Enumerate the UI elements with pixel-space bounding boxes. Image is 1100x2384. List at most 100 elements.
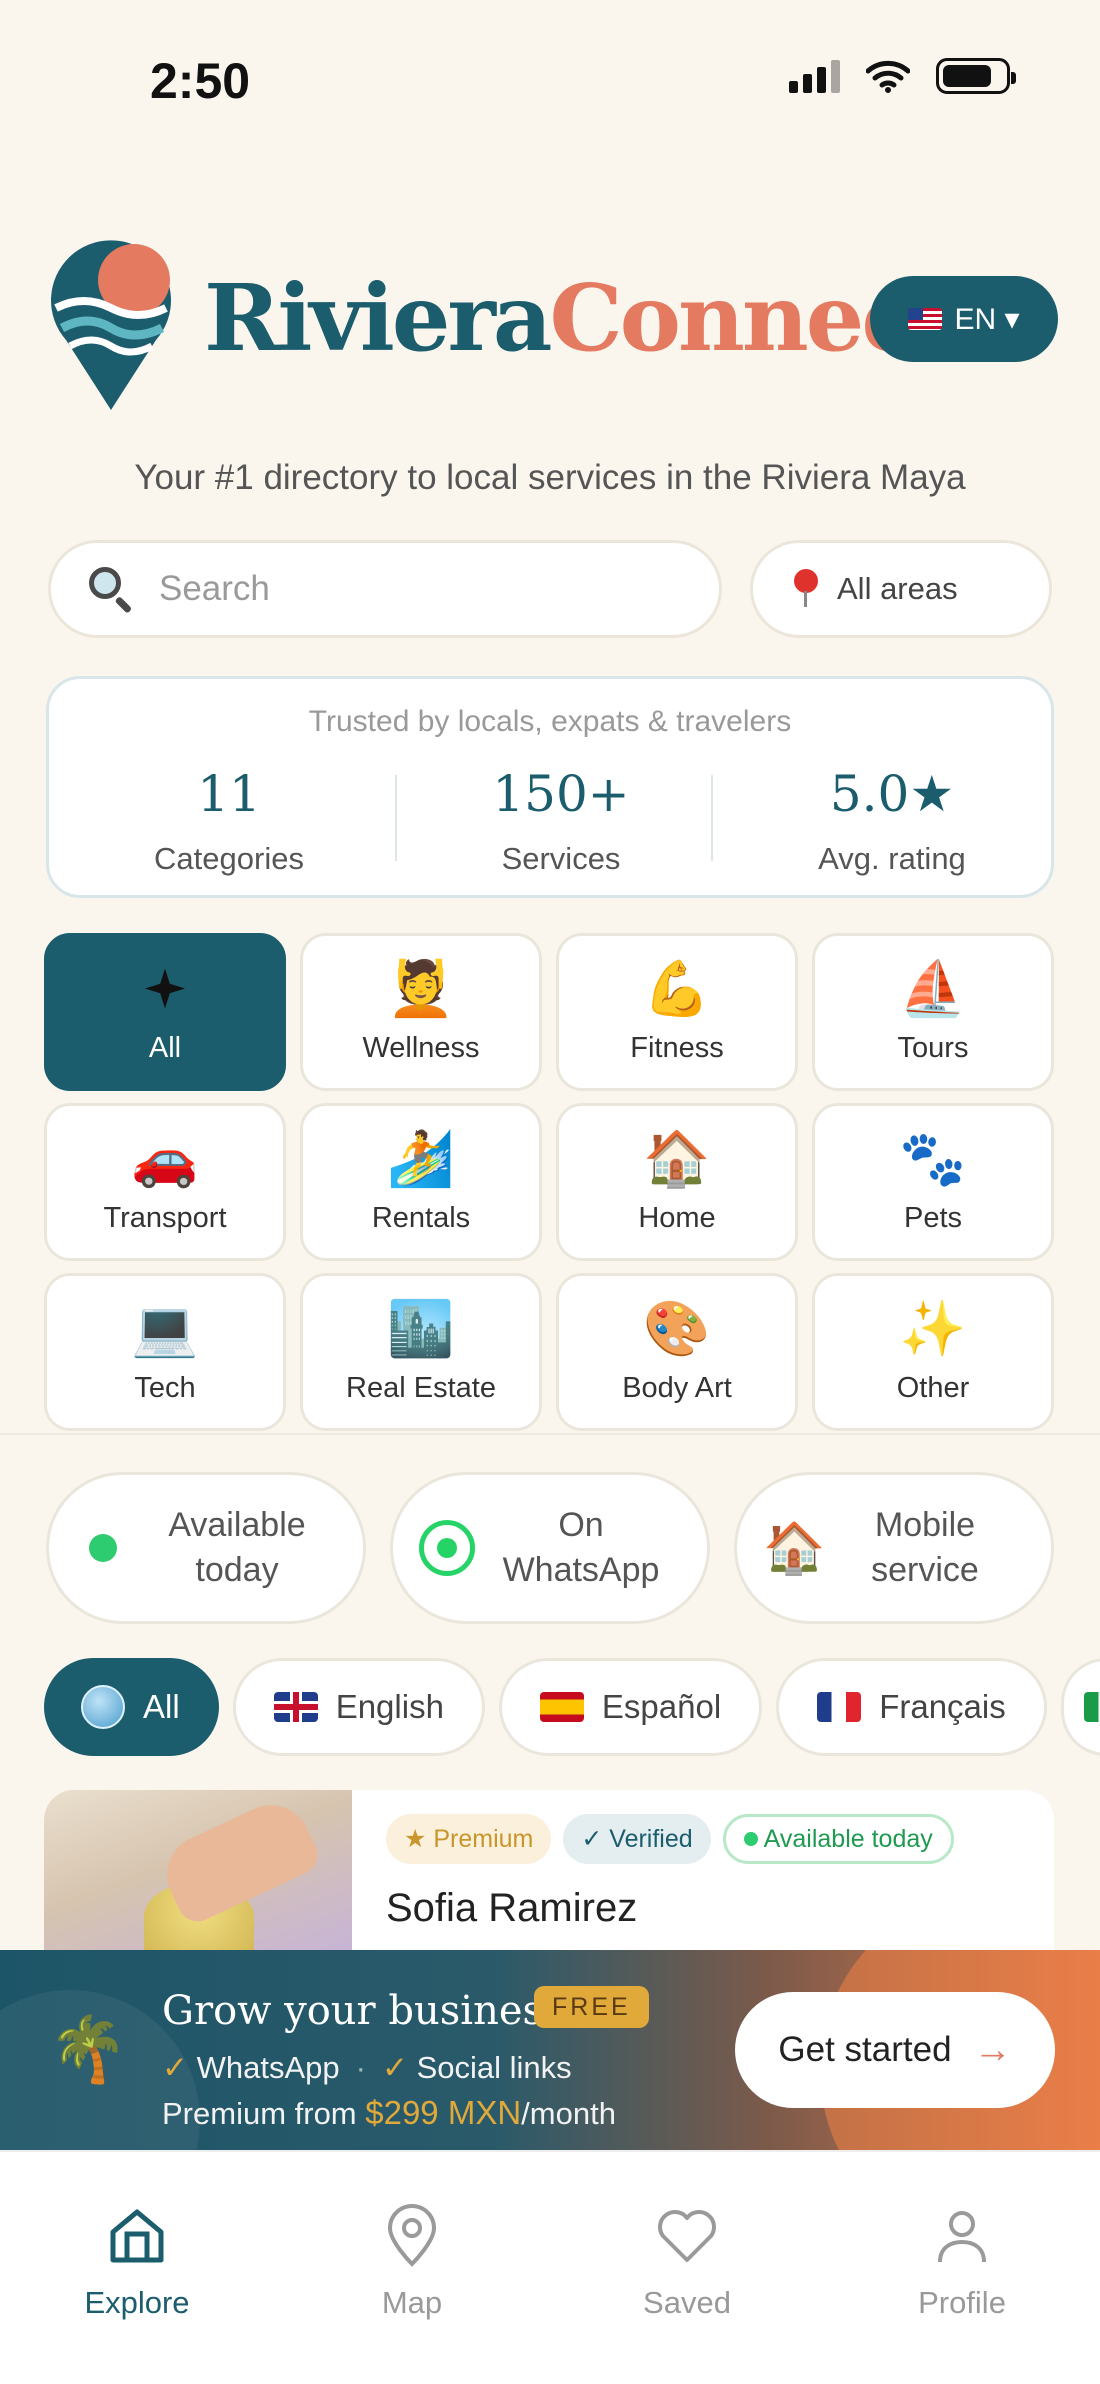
surfer-icon: 🏄 (387, 1128, 455, 1189)
tab-map[interactable]: Map (312, 2204, 512, 2321)
promo-price: Premium from $299 MXN/month (162, 2094, 616, 2132)
logo-pin-icon (51, 240, 172, 410)
category-label: Tech (134, 1371, 196, 1404)
filter-label: Mobile service (871, 1506, 979, 1589)
tab-explore[interactable]: Explore (37, 2204, 237, 2321)
bottom-tab-bar: Explore Map Saved Profile (0, 2150, 1100, 2384)
listing-name: Sofia Ramirez (386, 1886, 638, 1930)
language-chip-more[interactable] (1060, 1658, 1100, 1756)
category-tech[interactable]: 💻 Tech (44, 1273, 286, 1431)
filter-label: On WhatsApp (502, 1506, 660, 1589)
category-fitness[interactable]: 💪 Fitness (556, 933, 798, 1091)
stat-categories: 11 Categories (64, 769, 394, 877)
section-divider (0, 1433, 1100, 1435)
search-input[interactable] (159, 569, 659, 609)
battery-icon (936, 58, 1016, 94)
search-icon (87, 565, 135, 614)
tab-profile[interactable]: Profile (862, 2204, 1062, 2321)
listing-photo (44, 1790, 352, 1950)
palette-icon: 🎨 (643, 1298, 711, 1359)
area-filter-button[interactable]: All areas (750, 540, 1052, 638)
stats-caption: Trusted by locals, expats & travelers (308, 705, 792, 738)
category-label: Real Estate (346, 1371, 496, 1404)
search-bar[interactable] (48, 540, 722, 638)
category-all[interactable]: All (44, 933, 286, 1091)
stat-label: Categories (154, 841, 304, 876)
price-suffix: /month (521, 2096, 616, 2131)
stat-label: Services (501, 841, 621, 876)
get-started-button[interactable]: Get started → (735, 1992, 1055, 2108)
category-transport[interactable]: 🚗 Transport (44, 1103, 286, 1261)
category-rentals[interactable]: 🏄 Rentals (300, 1103, 542, 1261)
paw-prints-icon: 🐾 (899, 1128, 967, 1189)
arrow-right-icon: → (973, 2028, 1012, 2071)
house-icon: 🏠 (643, 1128, 711, 1189)
category-tours[interactable]: ⛵ Tours (812, 933, 1054, 1091)
cellular-signal-icon (789, 59, 840, 93)
heart-icon (658, 2210, 716, 2262)
filter-label: Available today (168, 1506, 306, 1589)
stat-rating: 5.0★ Avg. rating (727, 769, 1057, 877)
category-body-art[interactable]: 🎨 Body Art (556, 1273, 798, 1431)
pushpin-icon (793, 569, 819, 609)
category-pets[interactable]: 🐾 Pets (812, 1103, 1054, 1261)
status-bar: 2:50 (0, 0, 1100, 160)
tab-saved[interactable]: Saved (587, 2204, 787, 2321)
filter-whatsapp[interactable]: On WhatsApp (390, 1472, 710, 1624)
city-buildings-icon: 🏙️ (387, 1298, 455, 1359)
tab-label: Explore (84, 2285, 190, 2320)
status-time: 2:50 (150, 53, 251, 109)
filter-mobile-service[interactable]: 🏠 Mobile service (734, 1472, 1054, 1624)
category-other[interactable]: ✨ Other (812, 1273, 1054, 1431)
home-icon (110, 2209, 164, 2263)
language-chip-all[interactable]: All (44, 1658, 219, 1756)
status-icons (789, 58, 1016, 94)
category-real-estate[interactable]: 🏙️ Real Estate (300, 1273, 542, 1431)
language-chip-espanol[interactable]: Español (498, 1658, 763, 1756)
separator-dot: · (355, 2050, 366, 2085)
category-label: Wellness (362, 1031, 480, 1064)
language-chip-english[interactable]: English (232, 1658, 485, 1756)
flag-fr-icon (817, 1692, 862, 1722)
category-label: Rentals (371, 1201, 471, 1234)
price-amount: $299 MXN (365, 2094, 522, 2131)
stat-label: Avg. rating (818, 841, 966, 876)
palm-tree-icon: 🌴 (48, 2013, 128, 2085)
category-home[interactable]: 🏠 Home (556, 1103, 798, 1261)
flag-gb-icon (273, 1692, 318, 1722)
category-wellness[interactable]: 💆 Wellness (300, 933, 542, 1091)
category-label: Fitness (630, 1031, 724, 1064)
flag-it-icon (1083, 1692, 1100, 1722)
language-selector-label: EN ▾ (954, 302, 1020, 336)
listing-card[interactable]: ★ Premium ✓ Verified Available today Sof… (44, 1790, 1054, 1950)
tab-label: Saved (643, 2285, 731, 2320)
available-today-label: Available today (763, 1824, 933, 1853)
filter-available-today[interactable]: Available today (46, 1472, 366, 1624)
app-header: RivieraConnect EN ▾ (48, 230, 1058, 410)
category-label: Body Art (622, 1371, 732, 1404)
area-filter-label: All areas (837, 571, 958, 606)
flag-us-icon (908, 308, 943, 330)
language-filter-row: All English Español Français (44, 1658, 1100, 1756)
free-badge: FREE (534, 1986, 649, 2028)
map-pin-icon (387, 2204, 437, 2267)
category-label: Home (638, 1201, 716, 1234)
stats-card: Trusted by locals, expats & travelers 11… (46, 676, 1054, 898)
category-label: Other (896, 1371, 970, 1404)
language-chip-label: English (335, 1688, 444, 1725)
language-selector-button[interactable]: EN ▾ (870, 276, 1058, 362)
sailboat-icon: ⛵ (899, 958, 967, 1019)
verified-badge: ✓ Verified (563, 1814, 711, 1864)
promo-title: Grow your business (162, 1988, 564, 2034)
promo-features: ✓ WhatsApp · ✓ Social links (162, 2050, 572, 2086)
check-icon: ✓ (162, 2050, 188, 2085)
car-icon: 🚗 (131, 1128, 199, 1189)
language-chip-francais[interactable]: Français (776, 1658, 1047, 1756)
language-chip-label: All (143, 1688, 180, 1725)
category-label: Tours (897, 1031, 969, 1064)
flexed-biceps-icon: 💪 (643, 958, 711, 1019)
stat-value: 5.0★ (829, 765, 955, 823)
premium-badge: ★ Premium (386, 1814, 552, 1864)
green-dot-icon (89, 1534, 117, 1562)
promo-feature: Social links (416, 2050, 572, 2085)
